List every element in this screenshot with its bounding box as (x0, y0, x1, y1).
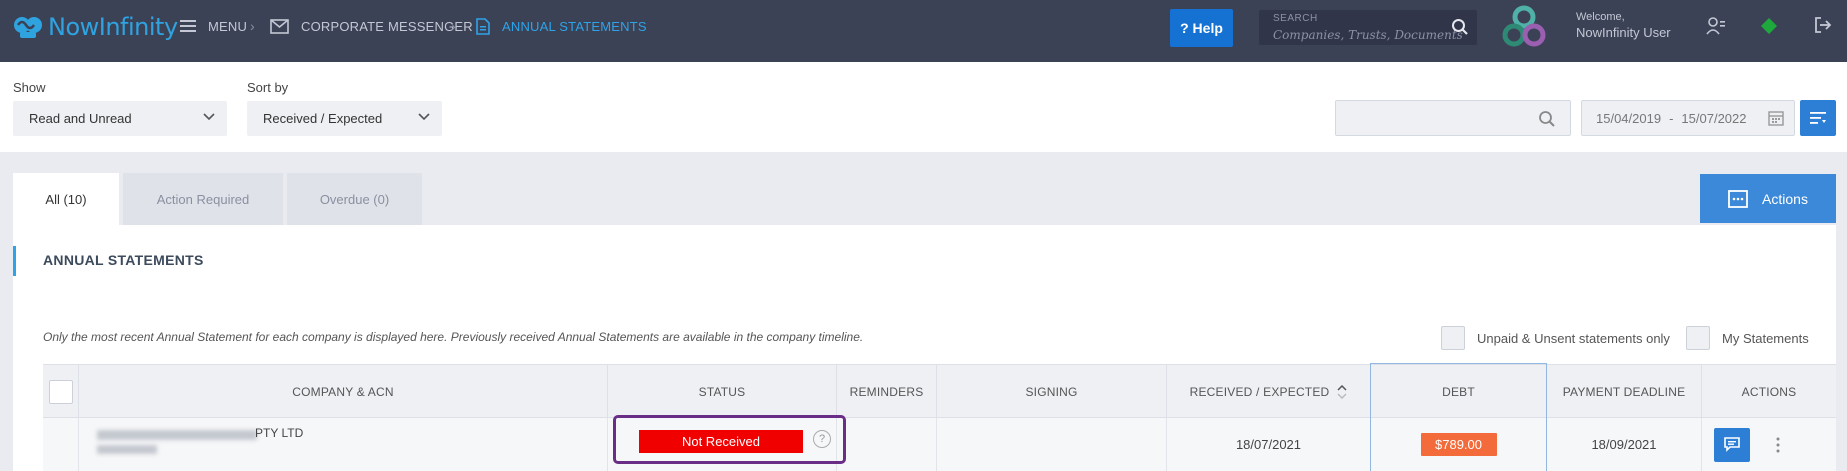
welcome-text: Welcome, (1576, 11, 1625, 23)
envelope-icon (270, 18, 289, 34)
ellipsis-box-icon (1728, 189, 1748, 208)
logout-icon[interactable] (1814, 16, 1832, 34)
col-company[interactable]: COMPANY & ACN (79, 365, 608, 419)
search-icon (1539, 111, 1555, 127)
reminders-cell (837, 418, 937, 471)
sort-label: Sort by (247, 80, 289, 95)
redacted-company-name (97, 430, 257, 440)
chevron-down-icon (418, 113, 430, 121)
search-placeholder: Companies, Trusts, Documents (1273, 28, 1463, 42)
show-label: Show (13, 80, 46, 95)
menu-button[interactable]: MENU (180, 0, 247, 52)
col-status[interactable]: STATUS (608, 365, 837, 419)
global-search[interactable]: SEARCH Companies, Trusts, Documents (1259, 10, 1477, 45)
hamburger-icon (180, 20, 196, 32)
show-select[interactable]: Read and Unread (13, 101, 227, 136)
message-button[interactable] (1714, 427, 1750, 462)
breadcrumb-separator: › (451, 18, 456, 34)
date-to: 15/07/2022 (1681, 110, 1747, 126)
select-all-checkbox[interactable] (48, 380, 73, 404)
title-accent (13, 246, 16, 276)
message-icon (1724, 437, 1740, 452)
table-row[interactable]: PTY LTD 18/07/2021 $789.00 18/09/2021 (43, 418, 1836, 471)
menu-label: MENU (208, 18, 248, 34)
annual-statements-panel: ANNUAL STATEMENTS Only the most recent A… (13, 225, 1836, 471)
company-logo-icon[interactable] (1500, 4, 1548, 50)
logo-mark-icon (14, 17, 42, 38)
col-reminders[interactable]: REMINDERS (837, 365, 937, 419)
brand-name: NowInfinity (48, 13, 178, 41)
status-online-icon (1761, 18, 1777, 34)
tab-action-required[interactable]: Action Required (123, 173, 283, 225)
search-label: SEARCH (1273, 13, 1318, 24)
actions-label: Actions (1762, 190, 1808, 207)
debt-column-highlight (1370, 363, 1547, 471)
col-payment-deadline[interactable]: PAYMENT DEADLINE (1547, 365, 1702, 419)
date-separator: - (1669, 110, 1674, 126)
redacted-acn (97, 445, 157, 454)
table-header: COMPANY & ACN STATUS REMINDERS SIGNING R… (43, 364, 1836, 419)
document-icon (476, 17, 490, 35)
status-badge[interactable]: Not Received (639, 430, 803, 453)
chevron-down-icon (203, 113, 215, 121)
statement-search-input[interactable] (1335, 100, 1571, 136)
user-name: NowInfinity User (1576, 25, 1671, 40)
filter-bar: Show Read and Unread Sort by Received / … (0, 62, 1847, 152)
col-label: RECEIVED / EXPECTED (1189, 385, 1330, 399)
col-signing[interactable]: SIGNING (937, 365, 1167, 419)
statement-tabs: All (10) Action Required Overdue (0) (13, 173, 426, 225)
search-icon[interactable] (1451, 18, 1469, 36)
breadcrumb-separator: › (250, 18, 255, 34)
actions-cell (1702, 418, 1836, 471)
breadcrumb-annual-statements[interactable]: ANNUAL STATEMENTS (476, 0, 647, 52)
company-cell[interactable]: PTY LTD (79, 418, 608, 471)
company-suffix: PTY LTD (255, 426, 304, 440)
date-from: 15/04/2019 (1596, 110, 1662, 126)
user-list-icon[interactable] (1706, 16, 1726, 36)
signing-cell (937, 418, 1167, 471)
sort-value: Received / Expected (263, 111, 383, 126)
col-received-expected[interactable]: RECEIVED / EXPECTED (1167, 365, 1371, 419)
select-all-cell (43, 365, 79, 419)
breadcrumb-corporate-messenger[interactable]: CORPORATE MESSENGER (270, 0, 473, 52)
advanced-filter-button[interactable] (1800, 100, 1836, 136)
checkbox-label: My Statements (1722, 330, 1809, 346)
sort-icon[interactable] (1337, 385, 1347, 399)
checkbox[interactable] (1686, 326, 1710, 350)
checkbox-label: Unpaid & Unsent statements only (1477, 330, 1670, 346)
breadcrumb-label: ANNUAL STATEMENTS (502, 18, 647, 34)
unpaid-filter-checkbox[interactable]: Unpaid & Unsent statements only (1441, 326, 1670, 350)
help-button[interactable]: ? Help (1170, 9, 1233, 47)
sort-select[interactable]: Received / Expected (247, 101, 442, 136)
calendar-icon[interactable] (1768, 110, 1784, 126)
date-range-input[interactable]: 15/04/2019 - 15/07/2022 (1581, 100, 1795, 136)
tab-all[interactable]: All (10) (13, 173, 119, 225)
more-vertical-icon[interactable] (1776, 437, 1780, 453)
filter-list-icon (1810, 112, 1826, 124)
row-select-cell[interactable] (43, 418, 79, 471)
tab-overdue[interactable]: Overdue (0) (287, 173, 422, 225)
col-actions: ACTIONS (1741, 385, 1797, 399)
nowinfinity-logo[interactable]: NowInfinity (12, 12, 178, 42)
top-bar: NowInfinity MENU › CORPORATE MESSENGER ›… (0, 0, 1847, 62)
welcome-block: Welcome, NowInfinity User (1576, 11, 1671, 40)
deadline-cell: 18/09/2021 (1547, 418, 1702, 471)
info-note: Only the most recent Annual Statement fo… (43, 330, 864, 344)
help-question-icon[interactable]: ? (813, 430, 831, 448)
received-cell: 18/07/2021 (1167, 418, 1371, 471)
page-title: ANNUAL STATEMENTS (43, 252, 204, 268)
my-statements-checkbox[interactable]: My Statements (1686, 326, 1809, 350)
breadcrumb-label: CORPORATE MESSENGER (301, 18, 473, 34)
show-value: Read and Unread (29, 111, 132, 126)
actions-button[interactable]: Actions (1700, 174, 1836, 223)
checkbox[interactable] (1441, 326, 1465, 350)
